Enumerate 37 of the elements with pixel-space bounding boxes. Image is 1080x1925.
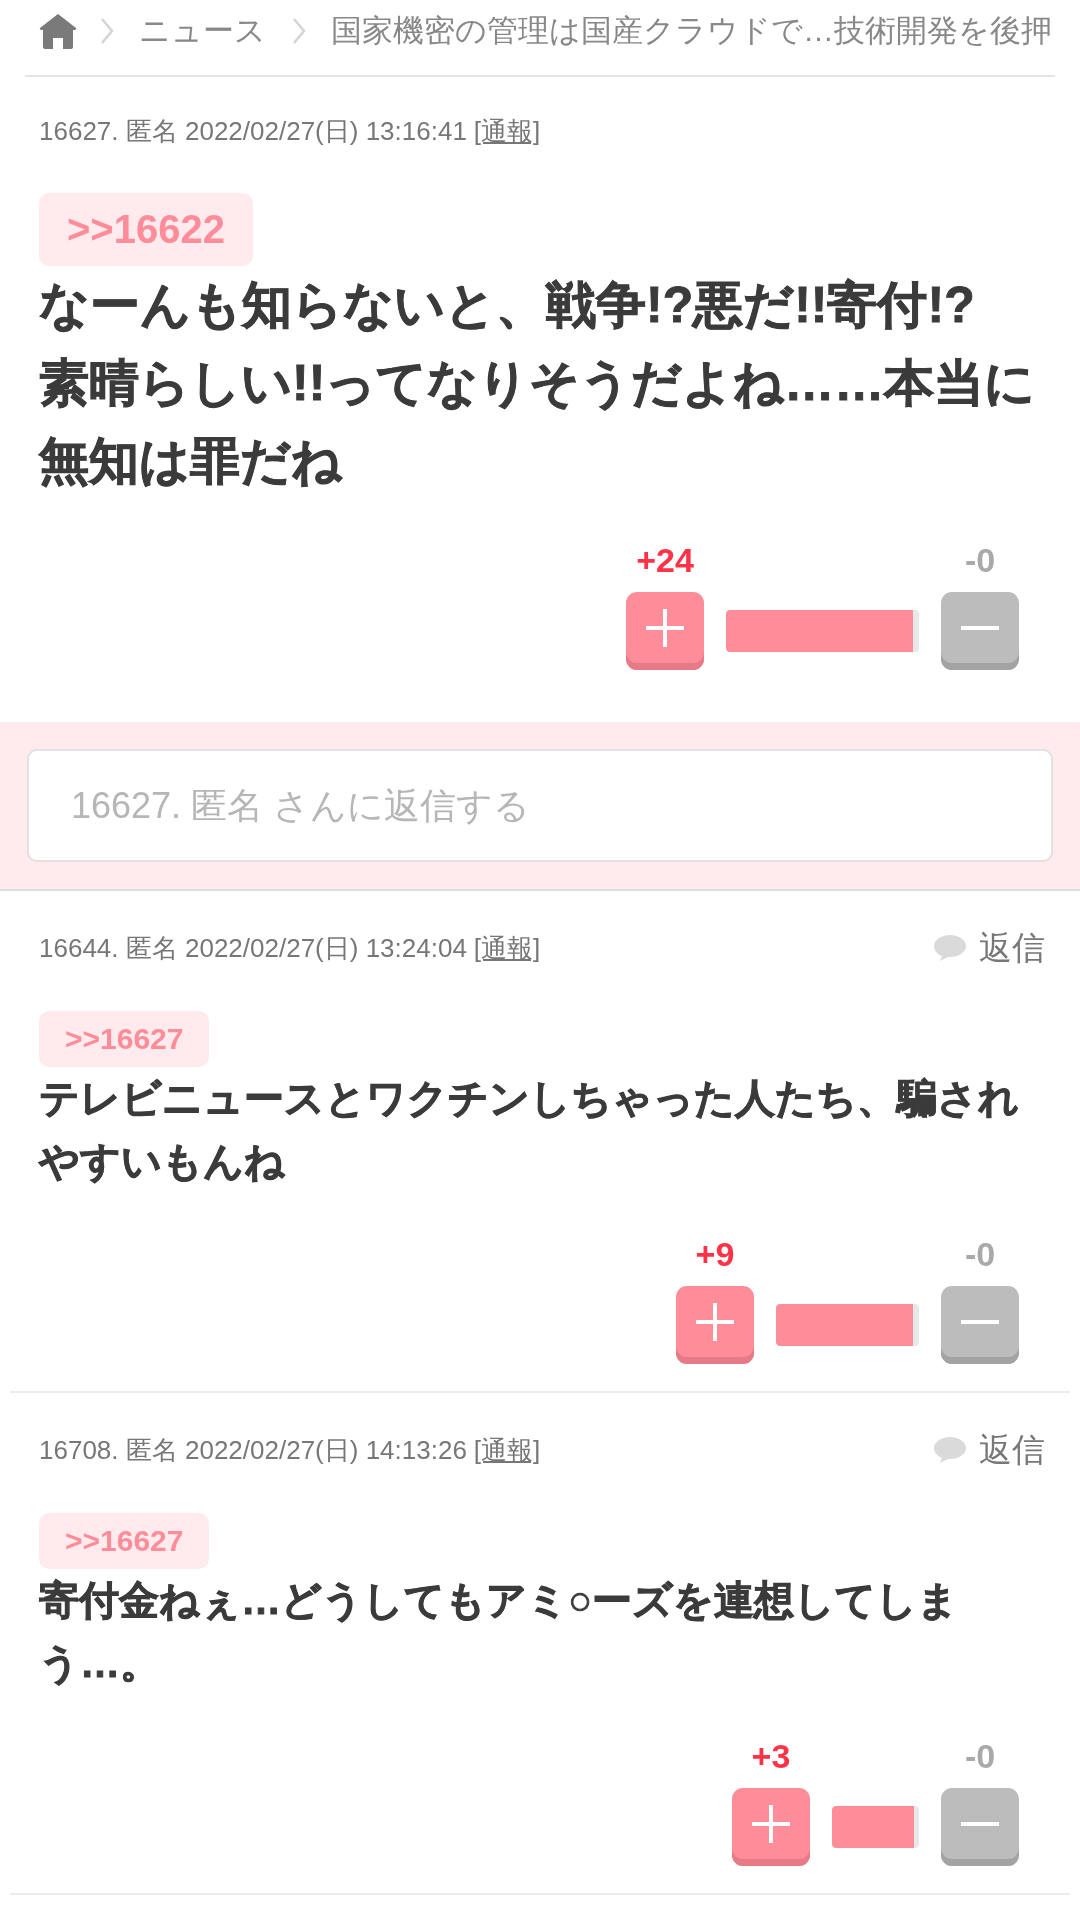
upvote-count: +3	[751, 1738, 791, 1774]
report-link[interactable]: [通報]	[473, 1435, 541, 1465]
comment-text: テレビニュースとワクチンしちゃった人たち、騙されやすいもんね	[39, 1075, 1020, 1185]
downvote-button[interactable]	[941, 1788, 1019, 1866]
comment-meta: 16708. 匿名 2022/02/27(日) 14:13:26	[39, 1435, 467, 1465]
upvote-button[interactable]	[732, 1788, 810, 1866]
downvote-count: -0	[964, 1236, 996, 1272]
comment-meta: 16627. 匿名 2022/02/27(日) 13:16:41	[39, 116, 467, 146]
speech-bubble-icon	[933, 934, 967, 962]
breadcrumb-link[interactable]: ニュース	[139, 13, 266, 49]
reply-button[interactable]: 返信	[933, 930, 1045, 966]
report-link[interactable]: [通報]	[473, 116, 541, 146]
minus-icon	[961, 1821, 999, 1826]
reply-input-field[interactable]: 16627. 匿名 さんに返信する	[27, 749, 1053, 862]
upvote-button[interactable]	[626, 592, 704, 670]
downvote-count: -0	[964, 1738, 996, 1774]
comment-text: なーんも知らないと、戦争!?悪だ!!寄付!? 素晴らしい!!ってなりそうだよね……本当に無知は罪だね	[39, 276, 1037, 491]
upvote-count: +9	[695, 1236, 735, 1272]
upvote-button[interactable]	[676, 1286, 754, 1364]
upvote-count: +24	[636, 542, 694, 578]
minus-icon	[961, 625, 999, 630]
downvote-count: -0	[964, 542, 996, 578]
minus-icon	[961, 1319, 999, 1324]
downvote-button[interactable]	[941, 1286, 1019, 1364]
plus-icon	[752, 1804, 790, 1843]
chevron-icon	[292, 17, 306, 45]
downvote-button[interactable]	[941, 592, 1019, 670]
speech-bubble-icon	[933, 1436, 967, 1464]
report-link[interactable]: [通報]	[473, 933, 541, 963]
breadcrumb-current-title: 国家機密の管理は国産クラウドで…技術開発を後押	[331, 13, 1052, 49]
reply-button[interactable]: 返信	[933, 1432, 1045, 1468]
comment-text: 寄付金ねぇ…どうしてもアミ○ーズを連想してしまう…。	[39, 1577, 960, 1687]
plus-icon	[696, 1302, 734, 1341]
plus-icon	[646, 608, 684, 647]
chevron-icon	[100, 17, 114, 45]
home-icon[interactable]	[39, 13, 77, 49]
comment-meta: 16644. 匿名 2022/02/27(日) 13:24:04	[39, 933, 467, 963]
